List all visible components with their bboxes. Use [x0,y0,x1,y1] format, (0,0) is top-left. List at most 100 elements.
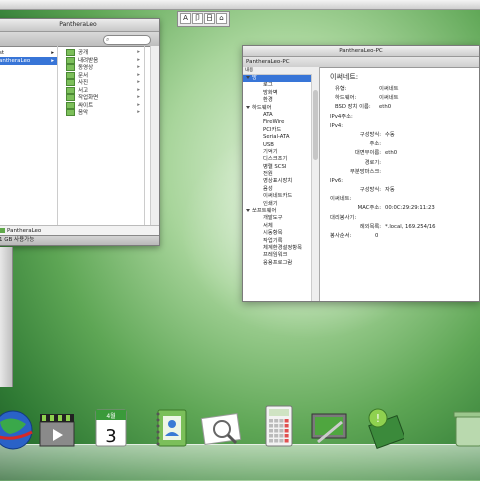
folder-item[interactable]: 동영상 ▸ [58,64,144,72]
sidebar-item[interactable]: st ▸ [0,49,57,57]
tree-item[interactable]: 인쇄기 [243,201,319,208]
notes-icon[interactable]: ! [362,402,406,450]
partial-window[interactable] [0,247,13,387]
calculator-icon[interactable] [258,402,300,450]
disclosure-triangle-icon[interactable] [246,105,250,109]
finder-toolbar: ⌕ [0,32,159,47]
movie-clapper-icon[interactable] [36,402,78,450]
sidebar-item-home[interactable]: antheraLeo ▸ [0,57,57,65]
folder-icon [66,71,75,79]
system-profiler-window[interactable]: PantheraLeo-PC PantheraLeo-PC 내용 망 로그 방화벽 환… [242,45,480,302]
detail-row: 이써네트: [327,195,477,204]
detail-row: 경로기: [327,159,477,168]
detail-value: 이써네트 [379,95,399,102]
search-icon: ⌕ [106,36,110,43]
chevron-right-icon: ▸ [51,50,54,56]
settings-icon[interactable]: ⌂ [216,13,227,24]
calendar-day-label: 3 [105,426,116,447]
system-preferences-icon[interactable] [308,402,350,450]
folder-icon [66,101,75,109]
tree-item[interactable]: 환경 [243,97,319,104]
folder-item[interactable]: 공개 ▸ [58,49,144,57]
detail-row: IPv4주소: [327,113,477,122]
calendar-icon[interactable]: 4월 3 [90,402,132,450]
tree-category[interactable]: 하드웨어 [243,105,319,112]
detail-row: 대리봉사기: [327,214,477,223]
exclamation-icon: ! [376,412,380,425]
search-input[interactable]: ⌕ [103,35,151,45]
detail-row: MAC주소: 00:0C:29:29:11:23 [327,204,477,213]
chevron-right-icon: ▸ [137,79,140,85]
folder-item[interactable]: 사진 ▸ [58,79,144,87]
detail-pane: 이써네트: 유형: 이써네트 하드웨어: 이써네트 BSD 장치 이름: eth0 IPv4… [327,67,477,301]
detail-value: 이써네트 [379,86,399,92]
chevron-right-icon: ▸ [137,56,140,63]
detail-key: BSD 장치 이름: [335,104,371,111]
tree-item[interactable]: 로그 [243,82,319,89]
input-mode-icon[interactable]: A [180,13,191,24]
finder-title[interactable]: PantheraLeo [0,19,159,32]
input-method-tray[interactable]: A 卩 日 ⌂ [177,11,230,27]
tree-item[interactable]: USB [243,142,319,149]
folder-item[interactable]: 내려받음 ▸ [58,56,144,65]
menu-bar[interactable] [0,0,480,10]
hanja-icon[interactable]: 卩 [192,13,203,24]
finder-window[interactable]: PantheraLeo ⌕ st ▸ antheraLeo ▸ 공개 ▸ 내려받음 ▸ 동영… [0,18,160,246]
trash-icon[interactable] [448,402,480,450]
folder-icon [66,64,75,71]
detail-row: 유형: 이써네트 [327,85,477,94]
chevron-right-icon: ▸ [137,86,140,93]
sysinfo-title[interactable]: PantheraLeo-PC [243,46,479,57]
address-book-icon[interactable] [150,402,192,450]
detail-key: 대리봉사기: [330,214,357,221]
scrollbar[interactable] [150,46,159,225]
detail-key: 경로기: [364,159,381,166]
detail-key: IPv6: [330,177,344,184]
tree-item[interactable]: 시동항목 [243,230,319,237]
folder-item[interactable]: 문서 ▸ [58,71,144,80]
tree-category[interactable]: 망 [243,75,319,83]
detail-value: 00:0C:29:29:11:23 [385,205,435,212]
tree-item[interactable]: 프레임워크 [243,252,319,259]
tree-item[interactable]: 영상표시장치 [243,178,319,185]
folder-item[interactable]: 작업화면 ▸ [58,94,144,102]
tree-item[interactable]: 응용프로그람 [243,260,319,267]
tree-item[interactable]: 이써네트카드 [243,193,319,200]
tree-scrollbar[interactable] [311,74,319,301]
tree-item[interactable]: 병렬 SCSI [243,164,319,171]
disclosure-triangle-icon[interactable] [246,209,250,213]
detail-key: 례외목록: [359,223,381,230]
tree-item[interactable]: 작업기록 [243,238,319,245]
scroll-thumb[interactable] [313,90,318,160]
chevron-right-icon: ▸ [137,64,140,70]
tree-item[interactable]: 개발도구 [243,215,319,222]
folder-icon [66,49,75,56]
layout-icon[interactable]: 日 [204,13,215,24]
detail-row: 봉사순서: 0 [327,232,477,241]
tree-item[interactable]: FireWire [243,119,319,126]
tree-item[interactable]: Serial-ATA [243,134,319,141]
image-viewer-icon[interactable] [200,402,242,450]
globe-browser-icon[interactable] [0,402,34,450]
disclosure-triangle-icon[interactable] [246,76,250,79]
detail-row: 구성방식: 자동 [327,186,477,195]
detail-key: IPv4: [330,122,344,129]
tree-item[interactable]: 디스크조기 [243,156,319,163]
detail-value: 수동 [385,131,395,138]
detail-key: 주소: [369,141,381,148]
tree-item[interactable]: 방화벽 [243,90,319,97]
detail-key: 유형: [335,86,347,92]
folder-icon [66,56,75,64]
detail-key: 하드웨어: [335,95,357,102]
detail-row: 부분망마스크: [327,168,477,177]
folder-item[interactable]: 싸이트 ▸ [58,101,144,110]
detail-row: 구성방식: 수동 [327,131,477,140]
folder-item[interactable]: 음악 ▸ [58,109,144,117]
detail-row: IPv4: [327,122,477,131]
tree-item[interactable]: PCI카드 [243,127,319,134]
detail-value: 0 [375,233,379,239]
chevron-right-icon: ▸ [137,94,140,100]
folder-item[interactable]: 서고 ▸ [58,86,144,95]
detail-row: BSD 장치 이름: eth0 [327,103,477,112]
tree-item[interactable]: ATA [243,112,319,119]
